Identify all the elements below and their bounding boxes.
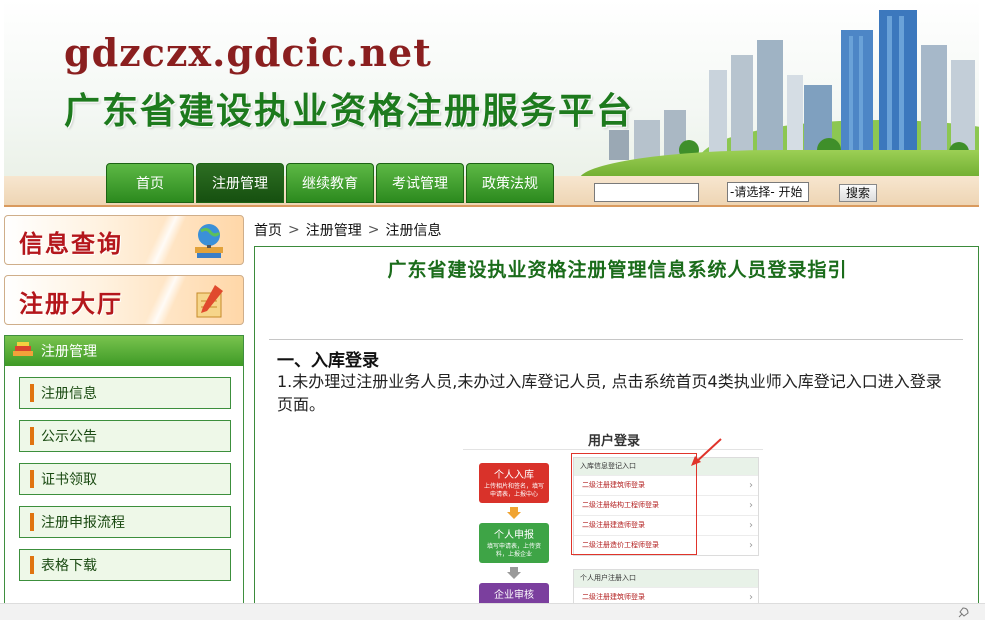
sidebar-item-label: 证书领取 — [41, 472, 97, 488]
nav-item-home[interactable]: 首页 — [106, 163, 194, 203]
books-icon — [13, 342, 33, 356]
breadcrumb-current: 注册信息 — [385, 223, 442, 239]
register-hall-label: 注册大厅 — [19, 289, 123, 318]
registration-panel-title: 注册管理 — [41, 344, 97, 360]
site-title: 广东省建设执业资格注册服务平台 — [64, 90, 635, 132]
sidebar-item-label: 公示公告 — [41, 429, 97, 445]
sidebar-item-downloads[interactable]: 表格下载 — [19, 549, 231, 581]
section-heading: 一、入库登录 — [277, 351, 379, 371]
globe-books-icon — [195, 224, 223, 258]
step-title: 个人入库 — [494, 470, 534, 481]
rocket-icon — [958, 607, 969, 618]
sidebar-item-register-info[interactable]: 注册信息 — [19, 377, 231, 409]
step-title: 企业审核 — [494, 590, 534, 601]
register-hall-banner[interactable]: 注册大厅 — [4, 275, 244, 325]
sidebar-item-label: 注册信息 — [41, 386, 97, 402]
breadcrumb-home[interactable]: 首页 — [254, 220, 282, 240]
list-header: 个人用户注册入口 — [574, 570, 758, 587]
step-title: 个人申报 — [494, 530, 534, 541]
info-query-label: 信息查询 — [19, 229, 123, 258]
step-personal-apply: 个人申报 填写申请表，上传资料，上报企业 — [479, 523, 549, 563]
sidebar-item-process[interactable]: 注册申报流程 — [19, 506, 231, 538]
sidebar-item-announcements[interactable]: 公示公告 — [19, 420, 231, 452]
document-title: 广东省建设执业资格注册管理信息系统人员登录指引 — [387, 259, 848, 281]
orange-marker — [30, 384, 34, 402]
breadcrumb-registration[interactable]: 注册管理 — [306, 220, 362, 240]
sidebar-item-label: 注册申报流程 — [41, 515, 125, 531]
registration-panel-header: 注册管理 — [5, 336, 243, 366]
arrow-down-icon — [507, 567, 521, 579]
breadcrumb-separator-icon: > — [288, 222, 300, 238]
orange-marker — [30, 427, 34, 445]
red-arrow-icon — [691, 438, 722, 466]
step-desc: 填写申请表，上传资料，上报企业 — [486, 543, 541, 558]
breadcrumb: 首页 > 注册管理 > 注册信息 — [254, 220, 441, 240]
breadcrumb-separator-icon: > — [367, 222, 380, 238]
sidebar-item-label: 表格下载 — [41, 558, 97, 574]
orange-marker — [30, 556, 34, 574]
pencil-document-icon — [196, 285, 223, 318]
highlight-box — [571, 453, 697, 555]
main-content: 广东省建设执业资格注册管理信息系统人员登录指引 一、入库登录 1.未办理过注册业… — [254, 246, 979, 620]
search-input[interactable] — [594, 183, 699, 202]
main-nav: 首页 注册管理 继续教育 考试管理 政策法规 — [106, 163, 554, 203]
info-query-banner[interactable]: 信息查询 — [4, 215, 244, 265]
orange-marker — [30, 513, 34, 531]
nav-item-exam[interactable]: 考试管理 — [376, 163, 464, 203]
sidebar-item-certificate[interactable]: 证书领取 — [19, 463, 231, 495]
divider — [269, 339, 963, 340]
nav-item-education[interactable]: 继续教育 — [286, 163, 374, 203]
registration-panel: 注册管理 注册信息 公示公告 证书领取 注册申报流程 表格下载 — [4, 335, 244, 607]
nav-item-registration[interactable]: 注册管理 — [196, 163, 284, 203]
nav-item-policy[interactable]: 政策法规 — [466, 163, 554, 203]
category-select[interactable]: -请选择- 开始 — [727, 182, 809, 202]
login-guide-figure: 用户登录 个人入库 上传相片和签名，填写申请表，上报中心 个人申报 填写申请表，… — [463, 425, 763, 620]
site-domain: gdzczx.gdcic.net — [64, 30, 432, 75]
orange-marker — [30, 470, 34, 488]
status-bar — [0, 603, 985, 620]
sidebar: 信息查询 注册大厅 注册管理 注册信息 公示公告 证书领取 注册申报流程 表格下… — [4, 214, 244, 620]
figure-title: 用户登录 — [588, 434, 641, 449]
search-button[interactable]: 搜索 — [839, 184, 877, 202]
step-desc: 上传相片和签名，填写申请表，上报中心 — [483, 483, 544, 498]
instruction-paragraph: 1.未办理过注册业务人员,未办过入库登记人员, 点击系统首页4类执业师入库登记入… — [277, 372, 942, 414]
step-personal-entry: 个人入库 上传相片和签名，填写申请表，上报中心 — [479, 463, 549, 503]
arrow-down-icon — [507, 507, 521, 519]
